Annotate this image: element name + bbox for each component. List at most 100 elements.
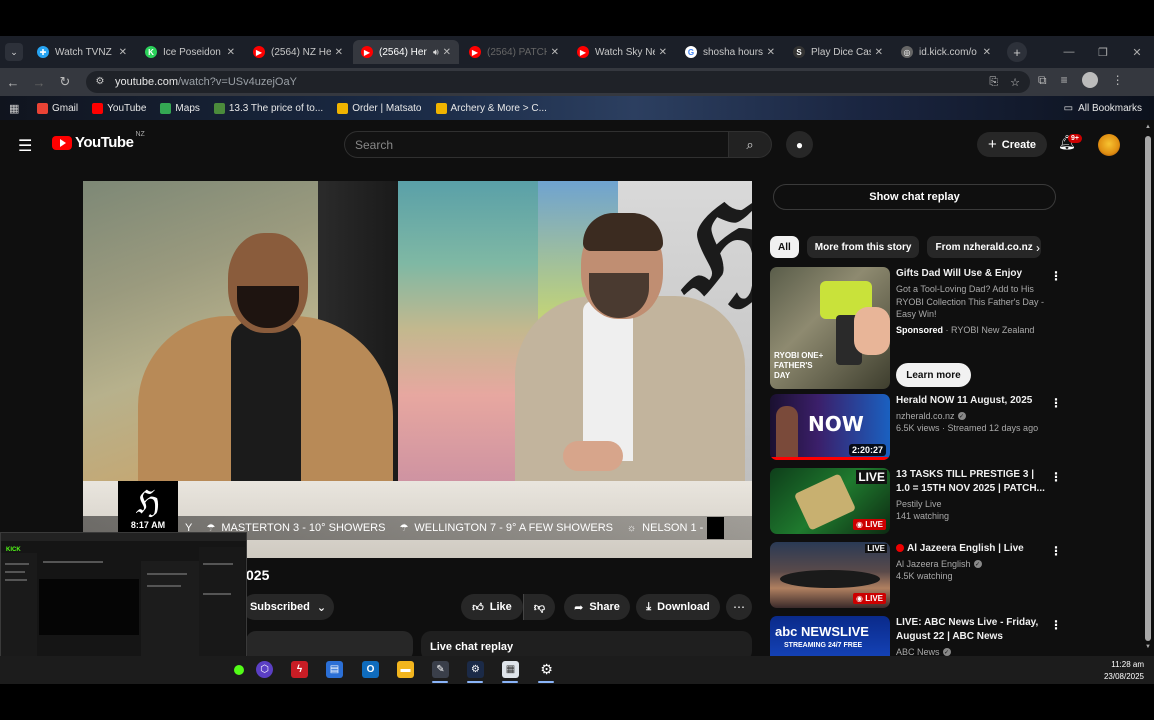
tab-close-icon[interactable]: ✕	[227, 47, 235, 58]
recommendation-item[interactable]: LIVE ◉ LIVE Al Jazeera English | Live Al…	[770, 542, 1062, 608]
extensions-icon[interactable]: ⧉	[1038, 73, 1047, 88]
video-thumbnail[interactable]: abc NEWSLIVE STREAMING 24/7 FREE	[770, 616, 890, 656]
app-hex-icon[interactable]: ⬡	[256, 661, 273, 678]
kick-tray-icon[interactable]	[234, 665, 244, 675]
tab-close-icon[interactable]: ✕	[659, 47, 667, 58]
bookmark-item[interactable]: Order | Matsato	[337, 102, 422, 114]
recommendation-item[interactable]: abc NEWSLIVE STREAMING 24/7 FREE LIVE: A…	[770, 616, 1062, 656]
browser-tab[interactable]: S Play Dice Cas ✕	[785, 40, 891, 64]
menu-icon[interactable]: ☰	[18, 136, 32, 156]
browser-tab[interactable]: ▶ (2564) PATCH ✕	[461, 40, 567, 64]
steam-icon[interactable]: ⚙	[467, 661, 484, 678]
tab-close-icon[interactable]: ✕	[119, 47, 127, 58]
site-info-icon[interactable]: ⚙	[94, 76, 106, 88]
more-actions-button[interactable]: ⋯	[726, 594, 752, 620]
new-tab-button[interactable]: +	[1007, 42, 1027, 62]
tab-close-icon[interactable]: ✕	[443, 47, 451, 58]
tab-audio-icon[interactable]: 🔊︎	[433, 47, 439, 58]
subscribed-button[interactable]: Subscribed ⌄	[242, 594, 334, 620]
recommendation-title[interactable]: LIVE: ABC News Live - Friday, August 22 …	[896, 616, 1048, 644]
profile-avatar-icon[interactable]	[1081, 72, 1098, 88]
tab-close-icon[interactable]: ✕	[551, 47, 559, 58]
reload-icon[interactable]: ↻	[52, 74, 78, 90]
settings-gear-icon[interactable]: ⚙	[538, 661, 555, 678]
more-vert-icon[interactable]: ⋮	[1050, 618, 1062, 632]
filter-chip[interactable]: More from this story	[806, 236, 920, 258]
browser-tab[interactable]: ▶ (2564) NZ Her ✕	[245, 40, 351, 64]
app-lightning-icon[interactable]: ϟ	[291, 661, 308, 678]
browser-tab[interactable]: ▶ Watch Sky Ne ✕	[569, 40, 675, 64]
tab-close-icon[interactable]: ✕	[767, 47, 775, 58]
download-button[interactable]: ⤓ Download	[636, 594, 720, 620]
system-clock[interactable]: 11:28 am 23/08/2025	[1104, 659, 1144, 683]
mini-window-titlebar[interactable]	[1, 533, 246, 541]
learn-more-button[interactable]: Learn more	[896, 363, 971, 387]
recommendation-title[interactable]: 13 TASKS TILL PRESTIGE 3 | 1.0 = 15TH NO…	[896, 468, 1048, 496]
app-feather-icon[interactable]: ✎	[432, 661, 449, 678]
channel-name[interactable]: Al Jazeera English	[896, 559, 971, 569]
bookmark-star-icon[interactable]: ☆	[1010, 76, 1020, 89]
dislike-button[interactable]: 👎︎	[523, 594, 555, 620]
tab-close-icon[interactable]: ✕	[983, 47, 991, 58]
install-app-icon[interactable]: ⎘	[989, 76, 998, 89]
scroll-down-icon[interactable]: ▼	[1145, 644, 1151, 650]
more-vert-icon[interactable]: ⋮	[1050, 544, 1062, 558]
channel-name[interactable]: ABC News	[896, 647, 940, 656]
close-window-icon[interactable]: ✕	[1120, 36, 1154, 68]
chevron-right-icon[interactable]: ›	[1036, 241, 1040, 255]
like-button[interactable]: 👍︎ Like	[461, 594, 523, 620]
microsoft-store-icon[interactable]: ▤	[326, 661, 343, 678]
scroll-up-icon[interactable]: ▲	[1145, 124, 1151, 130]
outlook-icon[interactable]: O	[362, 661, 379, 678]
file-explorer-icon[interactable]: ▬	[397, 661, 414, 678]
account-avatar[interactable]	[1098, 134, 1120, 156]
youtube-logo[interactable]: YouTube NZ	[52, 131, 145, 151]
recommendation-item[interactable]: NOW 2:20:27 Herald NOW 11 August, 2025 n…	[770, 394, 1062, 460]
tab-close-icon[interactable]: ✕	[335, 47, 343, 58]
browser-menu-icon[interactable]: ⋮	[1112, 73, 1124, 87]
create-button[interactable]: + Create	[977, 132, 1047, 157]
ad-thumbnail[interactable]: RYOBI ONE+ FATHER'S DAY	[770, 267, 890, 389]
bookmark-item[interactable]: Maps	[160, 102, 200, 114]
bookmark-item[interactable]: YouTube	[92, 102, 146, 114]
recommendation-title-row[interactable]: Al Jazeera English | Live	[896, 542, 1048, 556]
ad-title[interactable]: Gifts Dad Will Use & Enjoy	[896, 267, 1048, 281]
video-player[interactable]: ℌ Y ☂ MASTERTON 3 - 10° SHOWERS ☂ WELLINGTON…	[83, 181, 752, 558]
browser-tab[interactable]: ◎ id.kick.com/o ✕	[893, 40, 999, 64]
bookmark-item[interactable]: Archery & More > C...	[435, 102, 547, 114]
browser-tab[interactable]: ✚ Watch TVNZ ✕	[29, 40, 135, 64]
browser-tab[interactable]: ▶ (2564) Her 🔊︎ ✕	[353, 40, 459, 64]
more-vert-icon[interactable]: ⋮	[1050, 470, 1062, 484]
search-button[interactable]: ⌕	[728, 131, 772, 158]
channel-name[interactable]: Pestily Live	[896, 499, 942, 509]
all-bookmarks-button[interactable]: ▭ All Bookmarks	[1064, 103, 1142, 114]
recommendation-title[interactable]: Al Jazeera English | Live	[907, 543, 1024, 554]
apps-grid-icon[interactable]: ▦	[9, 102, 21, 115]
filter-chip[interactable]: From nzherald.co.nz	[927, 236, 1041, 258]
recommendation-item[interactable]: LIVE ◉ LIVE 13 TASKS TILL PRESTIGE 3 | 1…	[770, 468, 1062, 534]
tab-search-button[interactable]: ⌄	[5, 43, 23, 61]
share-button[interactable]: ➦ Share	[564, 594, 630, 620]
more-vert-icon[interactable]: ⋮	[1050, 396, 1062, 410]
show-chat-replay-button[interactable]: Show chat replay	[773, 184, 1056, 210]
search-input[interactable]: Search	[344, 131, 730, 158]
back-icon[interactable]: ←	[0, 75, 26, 90]
recommendation-ad[interactable]: RYOBI ONE+ FATHER'S DAY Gifts Dad Will U…	[770, 267, 1062, 389]
scrollbar-thumb[interactable]	[1145, 136, 1151, 641]
voice-search-button[interactable]: ●	[786, 131, 813, 158]
video-thumbnail[interactable]: LIVE ◉ LIVE	[770, 468, 890, 534]
channel-name[interactable]: nzherald.co.nz	[896, 411, 955, 421]
more-vert-icon[interactable]: ⋮	[1050, 269, 1062, 283]
browser-tab[interactable]: Gshosha hours ✕	[677, 40, 783, 64]
recommendation-title[interactable]: Herald NOW 11 August, 2025	[896, 394, 1048, 408]
filter-chip[interactable]: All	[770, 236, 799, 258]
bookmark-item[interactable]: 13.3 The price of to...	[213, 102, 323, 114]
browser-tab[interactable]: K Ice Poseidon ✕	[137, 40, 243, 64]
page-scrollbar[interactable]: ▲ ▼	[1143, 120, 1154, 656]
forward-icon[interactable]: →	[26, 75, 52, 90]
video-thumbnail[interactable]: NOW 2:20:27	[770, 394, 890, 460]
tab-close-icon[interactable]: ✕	[875, 47, 883, 58]
description-box[interactable]	[246, 631, 413, 656]
video-thumbnail[interactable]: LIVE ◉ LIVE	[770, 542, 890, 608]
notepad-icon[interactable]: ▦	[502, 661, 519, 678]
